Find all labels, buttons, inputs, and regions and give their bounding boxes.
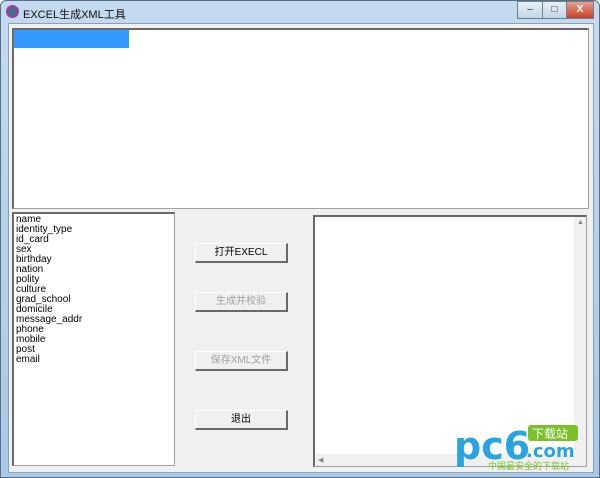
- pc6-watermark-logo: pc6 下载站 .com 中国最安全的下载站: [454, 424, 578, 472]
- minimize-button[interactable]: –: [517, 1, 543, 19]
- field-list[interactable]: name identity_type id_card sex birthday natio…: [12, 212, 175, 466]
- svg-text:中国最安全的下载站: 中国最安全的下载站: [488, 460, 569, 472]
- field-list-item[interactable]: id_card: [14, 235, 174, 245]
- svg-text:下载站: 下载站: [532, 427, 568, 441]
- svg-text:.com: .com: [526, 441, 575, 462]
- scroll-up-icon[interactable]: ▲: [577, 219, 584, 226]
- exit-button[interactable]: 退出: [195, 410, 288, 430]
- data-grid[interactable]: [12, 28, 589, 209]
- field-list-item[interactable]: email: [14, 355, 174, 365]
- generate-validate-button[interactable]: 生成并校验: [195, 292, 288, 312]
- app-window: EXCEL生成XML工具 – □ X name identity_type id_c…: [0, 0, 600, 478]
- save-xml-button[interactable]: 保存XML文件: [195, 351, 288, 371]
- close-button[interactable]: X: [566, 1, 594, 19]
- vertical-scrollbar[interactable]: ▲: [574, 217, 586, 454]
- client-area: name identity_type id_card sex birthday natio…: [8, 23, 594, 473]
- selected-cell[interactable]: [14, 30, 129, 48]
- maximize-button[interactable]: □: [542, 1, 567, 19]
- field-list-item[interactable]: mobile: [14, 335, 174, 345]
- app-icon: [6, 5, 19, 18]
- scroll-left-icon[interactable]: ◀: [318, 456, 323, 464]
- open-excel-button[interactable]: 打开EXECL: [195, 243, 288, 263]
- window-title: EXCEL生成XML工具: [23, 9, 126, 21]
